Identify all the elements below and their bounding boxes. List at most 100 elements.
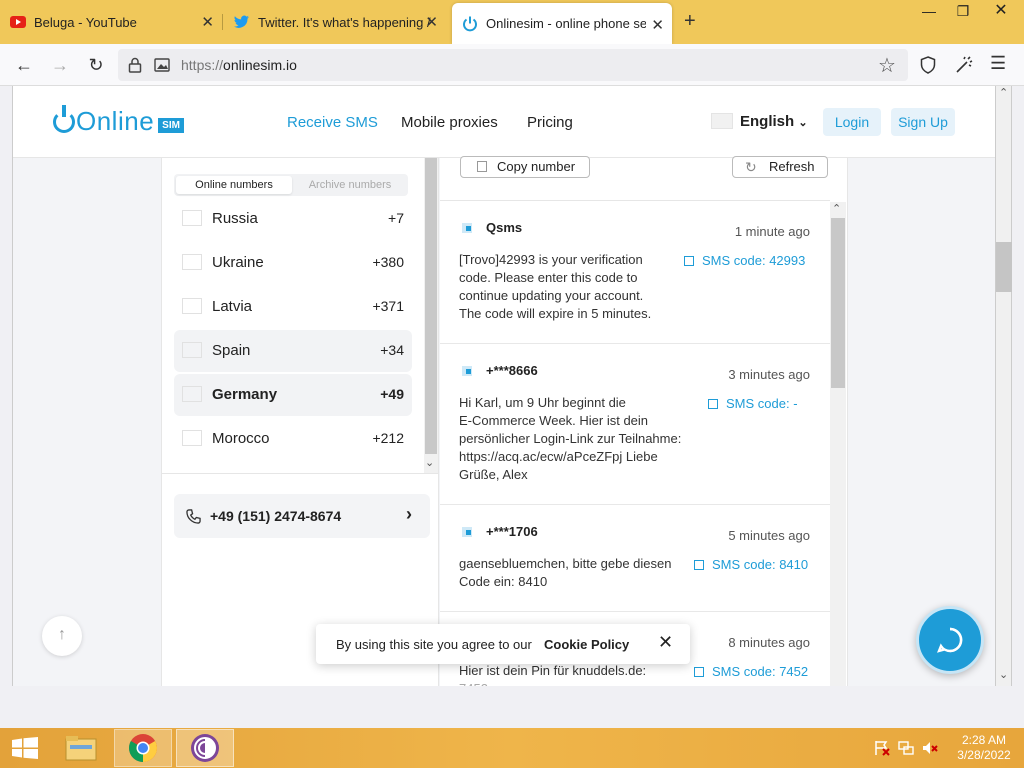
power-logo-icon	[53, 104, 75, 133]
sms-body: [Trovo]42993 is your verification code. …	[459, 251, 651, 323]
browser-nav-bar: ← → ↻ https://onlinesim.io ☆ ☰	[0, 44, 1024, 86]
close-icon[interactable]: ✕	[658, 632, 673, 653]
country-name: Germany	[212, 386, 278, 403]
country-code: +380	[372, 254, 404, 270]
menu-icon[interactable]: ☰	[990, 53, 1006, 74]
scrollbar-thumb[interactable]	[996, 242, 1012, 292]
sms-sender: +***1706	[486, 524, 538, 539]
messages-scrollbar[interactable]: ⌃	[830, 202, 846, 686]
clock-time: 2:28 AM	[961, 733, 1007, 747]
chrome-icon	[129, 734, 157, 762]
country-item[interactable]: Morocco +212	[174, 418, 412, 460]
country-flag-icon	[182, 386, 202, 402]
chat-button[interactable]	[916, 606, 984, 674]
cookie-banner: By using this site you agree to our Cook…	[316, 624, 690, 664]
page-info-icon[interactable]	[154, 58, 170, 72]
country-item[interactable]: Latvia +371	[174, 286, 412, 328]
copy-icon	[694, 667, 704, 677]
sms-time: 8 minutes ago	[728, 635, 810, 650]
lock-icon[interactable]	[128, 57, 142, 73]
tab-online-numbers[interactable]: Online numbers	[176, 176, 292, 194]
logo-text: Online	[76, 106, 155, 136]
language-selector[interactable]: English ⌄	[740, 113, 808, 130]
sms-icon	[462, 223, 472, 233]
taskbar-chrome[interactable]	[114, 729, 172, 767]
cookie-text: By using this site you agree to our	[336, 637, 532, 652]
new-tab-icon[interactable]: +	[684, 10, 696, 33]
extensions-icon[interactable]	[955, 56, 973, 74]
country-code: +212	[372, 430, 404, 446]
sms-line: continue updating your account.	[459, 288, 644, 303]
network-icon[interactable]	[898, 740, 914, 756]
action-center-flag-icon[interactable]	[874, 740, 890, 756]
sms-code: SMS code: 8410	[712, 557, 809, 572]
sms-code-button[interactable]: SMS code: -	[708, 396, 798, 411]
taskbar-tor-browser[interactable]	[176, 729, 234, 767]
close-tab-icon[interactable]: ✕	[201, 13, 214, 31]
tab-onlinesim[interactable]: Onlinesim - online phone servic ✕	[452, 3, 672, 44]
chevron-up-icon[interactable]: ⌃	[832, 202, 841, 215]
forward-icon[interactable]: →	[46, 44, 74, 86]
scrollbar-thumb[interactable]	[831, 218, 845, 388]
copy-icon	[684, 256, 694, 266]
country-item[interactable]: Russia +7	[174, 198, 412, 240]
close-tab-icon[interactable]: ✕	[651, 16, 664, 34]
scroll-to-top-button[interactable]: ↑	[42, 616, 82, 656]
signup-button[interactable]: Sign Up	[891, 108, 955, 136]
chevron-down-icon[interactable]: ⌄	[999, 668, 1008, 681]
shield-icon[interactable]	[920, 56, 936, 74]
close-tab-icon[interactable]: ✕	[425, 13, 438, 31]
cookie-policy-link[interactable]: Cookie Policy	[544, 637, 629, 652]
windows-logo-icon	[12, 737, 38, 759]
selected-number[interactable]: +49 (151) 2474-8674 ›	[174, 494, 430, 538]
tab-twitter[interactable]: Twitter. It's what's happening / ✕	[224, 0, 446, 44]
sms-code-button[interactable]: SMS code: 8410	[694, 557, 808, 572]
country-name: Latvia	[212, 298, 253, 315]
bookmark-star-icon[interactable]: ☆	[878, 53, 896, 78]
refresh-button[interactable]: ↻ Refresh	[732, 156, 828, 178]
scrollbar-thumb[interactable]	[425, 158, 437, 454]
back-icon[interactable]: ←	[10, 44, 38, 86]
sms-code-button[interactable]: SMS code: 7452	[694, 664, 808, 679]
chevron-up-icon[interactable]: ⌃	[999, 86, 1008, 99]
tab-title: Onlinesim - online phone servic	[486, 16, 646, 31]
restore-icon[interactable]: ❐	[946, 0, 980, 24]
sms-body: Hier ist dein Pin für knuddels.de: 7452	[459, 662, 646, 686]
url-host: onlinesim.io	[223, 57, 297, 73]
sms-icon	[462, 527, 472, 537]
nav-mobile-proxies[interactable]: Mobile proxies	[401, 114, 498, 131]
minimize-icon[interactable]: —	[912, 0, 946, 24]
chevron-down-icon: ⌄	[798, 117, 808, 129]
taskbar-clock[interactable]: 2:28 AM 3/28/2022	[952, 733, 1016, 763]
sms-line: 7452	[459, 680, 646, 686]
volume-muted-icon[interactable]	[922, 740, 938, 756]
login-button[interactable]: Login	[823, 108, 881, 136]
nav-receive-sms[interactable]: Receive SMS	[287, 114, 378, 131]
country-item[interactable]: Spain +34	[174, 330, 412, 372]
page-scrollbar[interactable]: ⌃ ⌄	[996, 86, 1012, 686]
onlinesim-logo[interactable]: Online SIM	[53, 104, 184, 137]
refresh-label: Refresh	[769, 159, 815, 174]
nav-pricing[interactable]: Pricing	[527, 114, 573, 131]
address-bar[interactable]: https://onlinesim.io ☆	[118, 49, 908, 81]
sms-code-button[interactable]: SMS code: 42993	[684, 253, 805, 268]
country-item-selected[interactable]: Germany +49	[174, 374, 412, 416]
tab-youtube[interactable]: Beluga - YouTube ✕	[0, 0, 222, 44]
country-flag-icon	[182, 430, 202, 446]
sms-line: code. Please enter this code to	[459, 270, 638, 285]
tab-archive-numbers[interactable]: Archive numbers	[294, 176, 406, 194]
copy-number-button[interactable]: Copy number	[460, 156, 590, 178]
browser-tab-strip: Beluga - YouTube ✕ Twitter. It's what's …	[0, 0, 1024, 44]
country-list-scrollbar[interactable]: ⌄	[424, 158, 438, 473]
start-button[interactable]	[0, 729, 50, 767]
reload-icon[interactable]: ↻	[82, 44, 110, 86]
site-header: Online SIM Receive SMS Mobile proxies Pr…	[13, 86, 995, 158]
chevron-down-icon[interactable]: ⌄	[425, 456, 434, 469]
country-item[interactable]: Ukraine +380	[174, 242, 412, 284]
language-label: English	[740, 113, 795, 130]
window-close-icon[interactable]: ✕	[984, 0, 1018, 24]
tab-title: Twitter. It's what's happening /	[258, 14, 431, 30]
copy-number-label: Copy number	[497, 159, 576, 174]
copy-icon	[708, 399, 718, 409]
taskbar-file-explorer[interactable]	[52, 729, 110, 767]
